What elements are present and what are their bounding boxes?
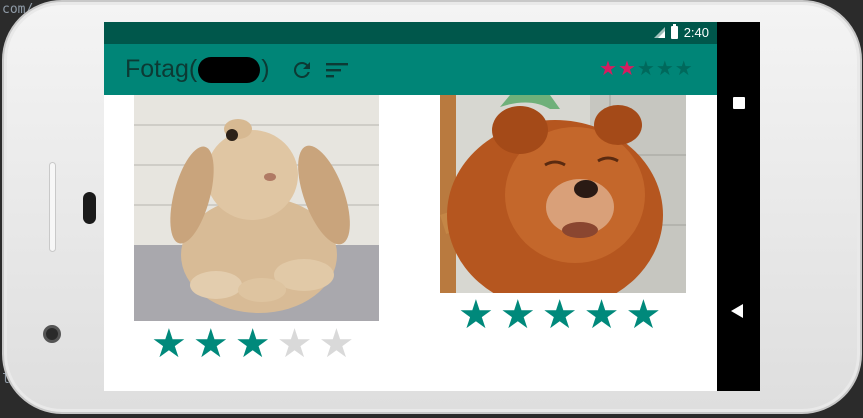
- phone-speaker-slot: [49, 162, 56, 252]
- rating-star-icon[interactable]: ★: [584, 295, 620, 335]
- rating-star-icon[interactable]: ★: [458, 295, 494, 335]
- app-bar: Fotag( ) ★ ★ ★ ★ ★: [104, 44, 717, 95]
- rating-star-icon[interactable]: ★: [193, 324, 229, 364]
- rating-star-icon[interactable]: ★: [500, 295, 536, 335]
- rating-star-icon[interactable]: ★: [625, 295, 661, 335]
- filter-star-icon[interactable]: ★: [637, 53, 655, 83]
- back-triangle-icon[interactable]: [731, 304, 743, 318]
- redaction-block: [198, 56, 261, 83]
- photo-grid: ★ ★ ★ ★ ★ ★ ★ ★ ★ ★: [104, 95, 717, 391]
- app-title: Fotag( ): [125, 55, 270, 84]
- filter-star-icon[interactable]: ★: [618, 53, 636, 83]
- rating-star-icon[interactable]: ★: [542, 295, 578, 335]
- refresh-icon[interactable]: [290, 58, 314, 82]
- dog-image: [440, 95, 686, 293]
- signal-icon: [653, 27, 665, 38]
- device-screen: 2:40 Fotag( ) ★ ★ ★ ★ ★ ★ ★ ★ ★ ★ ★ ★ ★ …: [104, 22, 760, 391]
- status-time: 2:40: [683, 25, 709, 40]
- app-title-prefix: Fotag(: [125, 55, 198, 83]
- rating-bar-rabbit[interactable]: ★ ★ ★ ★ ★: [151, 324, 354, 364]
- phone-sensor: [83, 192, 96, 224]
- filter-rating-bar[interactable]: ★ ★ ★ ★ ★: [599, 53, 693, 83]
- filter-star-icon[interactable]: ★: [675, 53, 693, 83]
- rating-star-icon[interactable]: ★: [318, 324, 354, 364]
- recents-square-icon[interactable]: [733, 97, 745, 109]
- filter-star-icon[interactable]: ★: [599, 53, 617, 83]
- app-title-suffix: ): [261, 55, 270, 83]
- sort-icon[interactable]: [324, 58, 350, 82]
- status-bar: 2:40: [104, 22, 717, 44]
- camera-icon: [43, 325, 61, 343]
- rating-star-icon[interactable]: ★: [235, 324, 271, 364]
- rating-star-icon[interactable]: ★: [151, 324, 187, 364]
- photo-rabbit[interactable]: [134, 95, 379, 321]
- rating-bar-dog[interactable]: ★ ★ ★ ★ ★: [458, 295, 661, 335]
- rating-star-icon[interactable]: ★: [277, 324, 313, 364]
- filter-star-icon[interactable]: ★: [656, 53, 674, 83]
- rabbit-image: [134, 95, 379, 321]
- battery-icon: [670, 24, 678, 39]
- photo-dog[interactable]: [440, 95, 686, 293]
- navigation-bar: [717, 22, 760, 391]
